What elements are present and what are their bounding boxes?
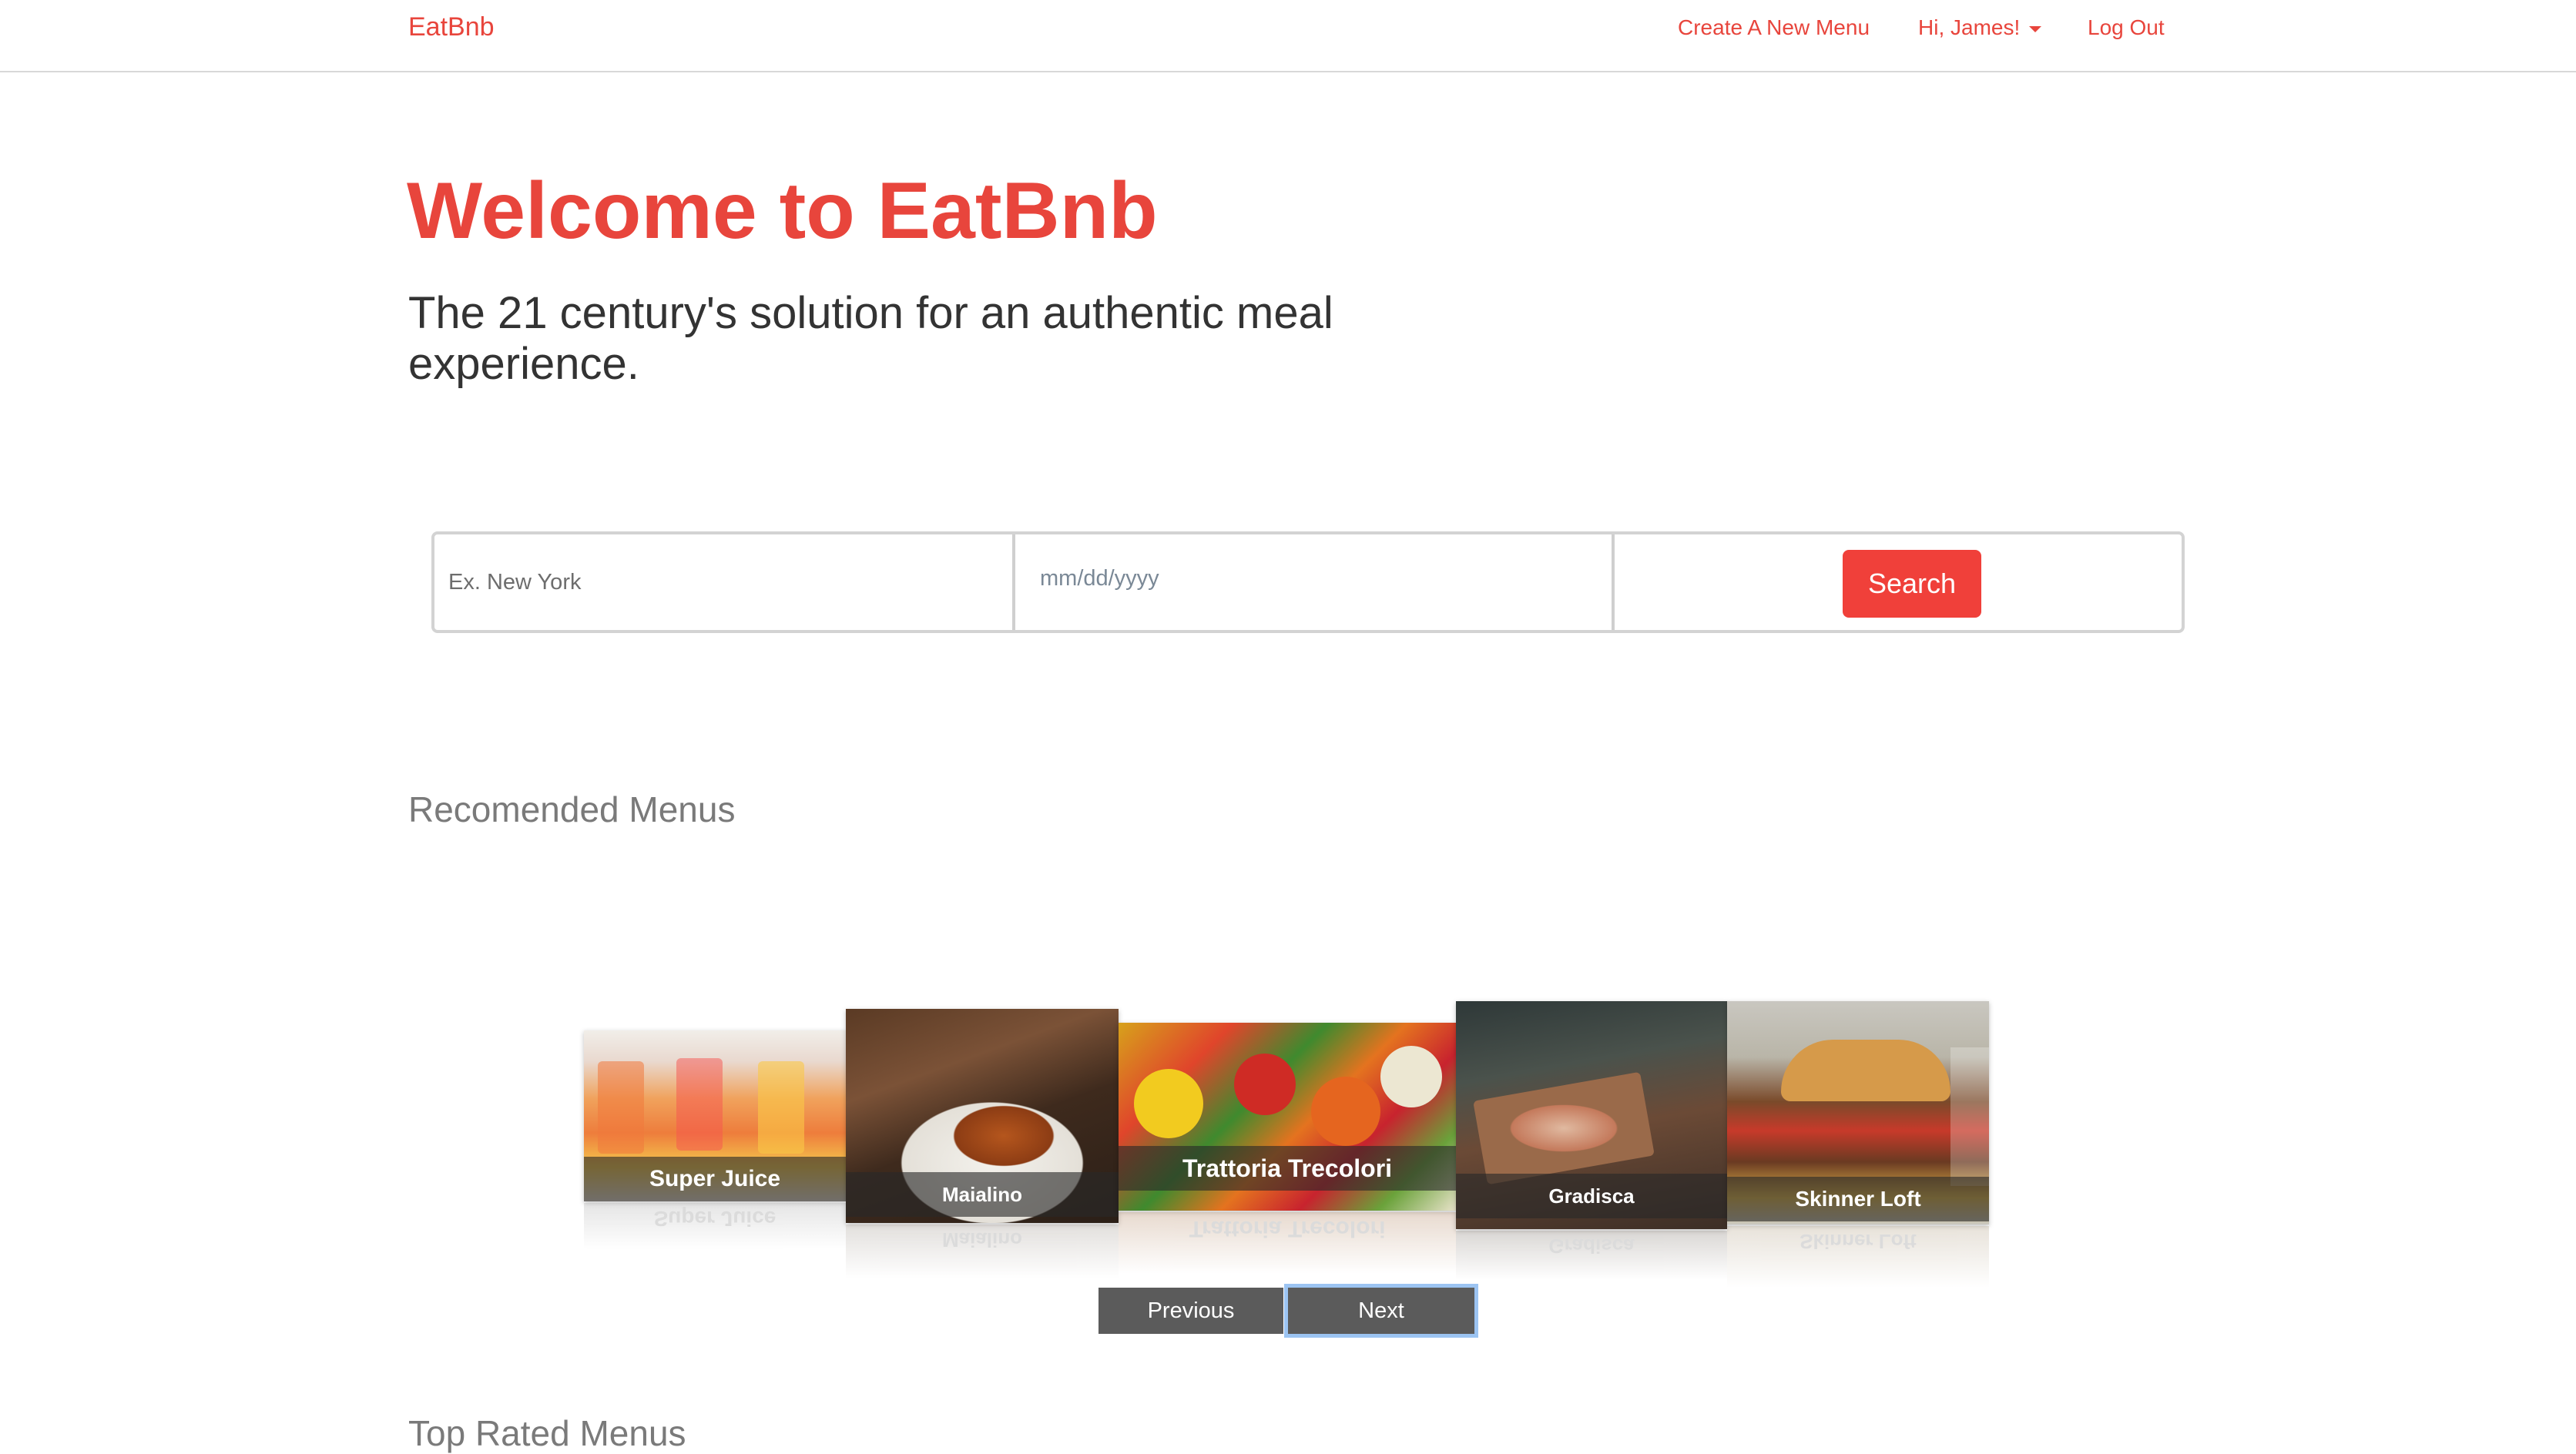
card-reflection: Super Juice xyxy=(584,1203,846,1249)
menu-card-label: Maialino xyxy=(846,1172,1119,1217)
user-menu-dropdown[interactable]: Hi, James! xyxy=(1918,15,2042,40)
date-input[interactable] xyxy=(1015,534,1612,630)
bun-shape xyxy=(1781,1040,1950,1101)
search-button[interactable]: Search xyxy=(1843,550,1981,618)
menu-card-super-juice[interactable]: Super Juice xyxy=(584,1030,846,1201)
reflection-label: Maialino xyxy=(941,1228,1022,1251)
date-field xyxy=(1015,534,1615,630)
hero-subtitle: The 21 century's solution for an authent… xyxy=(408,288,1333,389)
food-shape xyxy=(946,1101,1062,1171)
menu-card-label: Skinner Loft xyxy=(1727,1177,1989,1221)
juice-glass-shape xyxy=(758,1061,804,1154)
vegetable-shape xyxy=(1380,1046,1442,1107)
reflection-label: Skinner Loft xyxy=(1800,1230,1917,1253)
top-navbar: EatBnb Create A New Menu Hi, James! Log … xyxy=(0,0,2576,72)
logout-link[interactable]: Log Out xyxy=(2088,15,2165,40)
menu-card-label: Trattoria Trecolori xyxy=(1119,1146,1456,1191)
menu-card-trattoria-trecolori[interactable]: Trattoria Trecolori xyxy=(1119,1023,1456,1211)
menu-card-maialino[interactable]: Maialino xyxy=(846,1009,1119,1223)
brand-logo-link[interactable]: EatBnb xyxy=(408,12,495,42)
fruit-shape xyxy=(1311,1077,1380,1146)
user-greeting: Hi, James! xyxy=(1918,15,2021,39)
fruit-shape xyxy=(1234,1054,1296,1115)
location-field xyxy=(434,534,1015,630)
search-form: Search xyxy=(431,531,2185,633)
food-shape xyxy=(1502,1101,1625,1155)
menu-card-label: Super Juice xyxy=(584,1157,846,1201)
reflection-label: Super Juice xyxy=(653,1207,776,1231)
menu-card-skinner-loft[interactable]: Skinner Loft xyxy=(1727,1001,1989,1225)
reflection-label: Gradisca xyxy=(1548,1235,1635,1258)
carousel-next-button[interactable]: Next xyxy=(1284,1284,1478,1338)
juice-glass-shape xyxy=(598,1061,644,1154)
location-input[interactable] xyxy=(434,534,1012,630)
recommended-heading: Recomended Menus xyxy=(408,789,736,829)
top-rated-heading: Top Rated Menus xyxy=(408,1413,686,1453)
card-reflection: Trattoria Trecolori xyxy=(1119,1212,1456,1274)
carousel-previous-button[interactable]: Previous xyxy=(1098,1288,1283,1334)
reflection-label: Trattoria Trecolori xyxy=(1189,1216,1386,1241)
menu-card-gradisca[interactable]: Gradisca xyxy=(1456,1001,1727,1229)
menu-card-label: Gradisca xyxy=(1456,1174,1727,1218)
caret-down-icon xyxy=(2029,25,2042,32)
hero-title: Welcome to EatBnb xyxy=(407,166,1158,256)
card-reflection: Maialino xyxy=(846,1225,1119,1278)
card-reflection: Skinner Loft xyxy=(1727,1226,1989,1288)
scroll-overlay xyxy=(1950,1047,1989,1186)
card-reflection: Gradisca xyxy=(1456,1231,1727,1280)
juice-glass-shape xyxy=(676,1058,723,1151)
create-menu-link[interactable]: Create A New Menu xyxy=(1678,15,1870,40)
fruit-shape xyxy=(1134,1069,1203,1138)
